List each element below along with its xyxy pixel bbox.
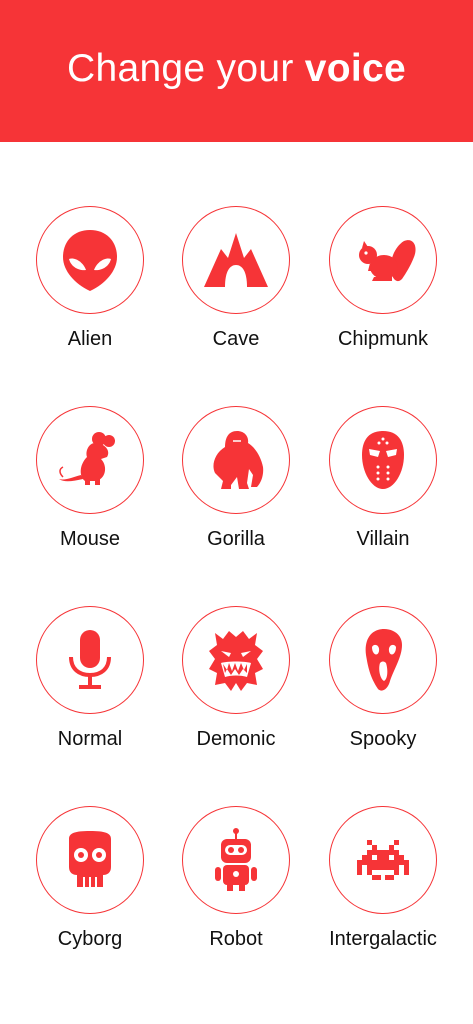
voice-option-alien[interactable]: Alien xyxy=(17,206,163,366)
voice-label: Normal xyxy=(57,728,123,750)
voice-label: Villain xyxy=(356,528,410,550)
voice-option-spooky[interactable]: Spooky xyxy=(310,606,456,766)
voice-circle xyxy=(329,606,437,714)
voice-circle xyxy=(36,606,144,714)
cave-icon xyxy=(204,233,268,287)
voice-label: Mouse xyxy=(59,528,121,550)
robot-icon xyxy=(215,828,257,891)
voice-label: Chipmunk xyxy=(337,328,429,350)
voice-circle xyxy=(36,206,144,314)
page-title: Change your voice xyxy=(67,47,406,91)
voice-option-mouse[interactable]: Mouse xyxy=(17,406,163,566)
voice-option-cave[interactable]: Cave xyxy=(163,206,309,366)
voice-label: Cave xyxy=(212,328,260,350)
gorilla-icon xyxy=(213,431,264,489)
voice-option-robot[interactable]: Robot xyxy=(163,806,309,966)
microphone-icon xyxy=(69,630,111,689)
voice-option-intergalactic[interactable]: Intergalactic xyxy=(310,806,456,966)
title-prefix: Change your xyxy=(67,47,305,90)
voice-label: Robot xyxy=(209,928,263,950)
voice-option-chipmunk[interactable]: Chipmunk xyxy=(310,206,456,366)
voice-circle xyxy=(36,406,144,514)
voice-circle xyxy=(182,206,290,314)
voice-option-demonic[interactable]: Demonic xyxy=(163,606,309,766)
voice-circle xyxy=(329,206,437,314)
voice-circle xyxy=(329,406,437,514)
voice-option-villain[interactable]: Villain xyxy=(310,406,456,566)
voice-label: Intergalactic xyxy=(329,928,437,950)
hockey-mask-icon xyxy=(362,431,404,489)
voice-option-normal[interactable]: Normal xyxy=(17,606,163,766)
title-bold: voice xyxy=(304,47,406,90)
voice-label: Spooky xyxy=(349,728,417,750)
voice-circle xyxy=(182,806,290,914)
mouse-icon xyxy=(59,432,115,485)
voice-label: Gorilla xyxy=(207,528,265,550)
skull-icon xyxy=(69,831,111,887)
voice-circle xyxy=(329,806,437,914)
voice-label: Cyborg xyxy=(57,928,123,950)
voice-circle xyxy=(182,406,290,514)
voice-circle xyxy=(36,806,144,914)
voice-circle xyxy=(182,606,290,714)
voice-option-cyborg[interactable]: Cyborg xyxy=(17,806,163,966)
voice-grid: Alien Cave Chipmunk Mouse Gorilla Villai… xyxy=(0,142,473,1024)
voice-label: Demonic xyxy=(196,728,276,750)
alien-icon xyxy=(63,230,117,291)
space-invader-icon xyxy=(357,840,409,880)
voice-label: Alien xyxy=(67,328,113,350)
voice-option-gorilla[interactable]: Gorilla xyxy=(163,406,309,566)
app-header: Change your voice xyxy=(0,0,473,142)
demon-icon xyxy=(209,631,263,691)
scream-mask-icon xyxy=(365,629,402,691)
chipmunk-icon xyxy=(359,240,416,282)
